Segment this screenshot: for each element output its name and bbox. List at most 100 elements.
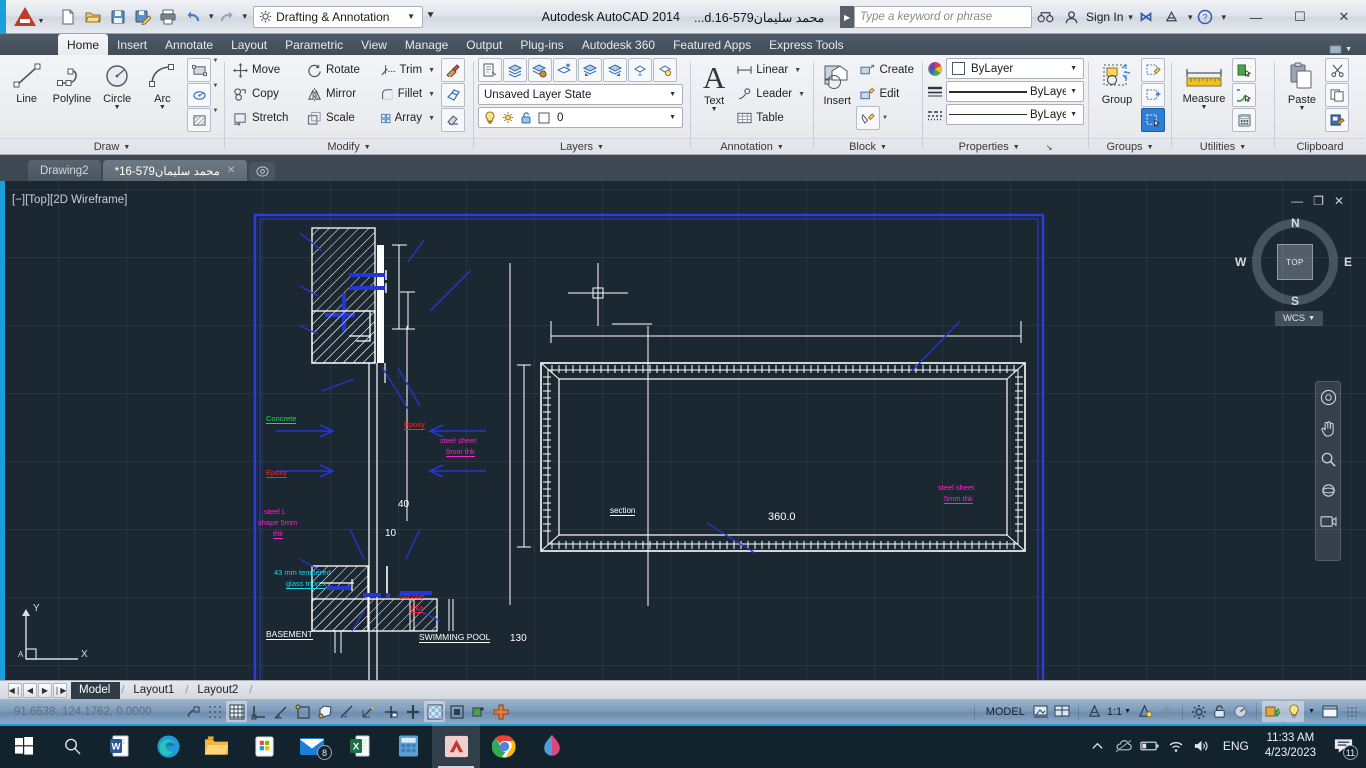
layout-tab-layout1[interactable]: Layout1: [125, 682, 184, 699]
rectangle-dropdown-icon[interactable]: ▼: [211, 58, 220, 82]
pan-icon[interactable]: [1318, 419, 1338, 437]
space-toggle[interactable]: MODEL: [980, 706, 1031, 718]
chevron-down-icon[interactable]: ▼: [1201, 104, 1208, 111]
autocad-app-button[interactable]: [432, 724, 480, 768]
layer-state-button[interactable]: [528, 58, 552, 82]
panel-title-groups[interactable]: Groups ▼: [1089, 138, 1171, 155]
add-status-item-button[interactable]: [490, 701, 511, 722]
chevron-down-icon[interactable]: ▼: [1124, 708, 1131, 715]
tab-featured-apps[interactable]: Featured Apps: [664, 34, 760, 55]
color-wheel-icon[interactable]: [927, 61, 943, 77]
volume-icon[interactable]: [1189, 724, 1215, 768]
word-app-button[interactable]: W: [96, 724, 144, 768]
dynamic-input-toggle[interactable]: [380, 701, 401, 722]
selection-cycling-toggle[interactable]: [446, 701, 467, 722]
sun-icon[interactable]: [502, 111, 514, 124]
close-button[interactable]: ✕: [1322, 2, 1366, 32]
search-button[interactable]: [48, 724, 96, 768]
make-layer-current-button[interactable]: [553, 58, 577, 82]
navcube-west-label[interactable]: W: [1235, 255, 1246, 269]
tab-view[interactable]: View: [352, 34, 396, 55]
current-layer-combo[interactable]: 0 ▼: [478, 107, 683, 128]
isolate-objects-button[interactable]: [1262, 701, 1284, 722]
navcube-north-label[interactable]: N: [1291, 216, 1300, 230]
annotation-visibility-button[interactable]: [1135, 701, 1156, 722]
coordinates-display[interactable]: 91.6538, 124.1762, 0.0000: [0, 706, 182, 718]
stretch-button[interactable]: Stretch: [229, 106, 303, 130]
status-bar-resize-grip[interactable]: [1346, 705, 1358, 718]
layer-properties-button[interactable]: [478, 58, 502, 82]
layer-state-combo[interactable]: Unsaved Layer State ▼: [478, 84, 683, 105]
edge-app-button[interactable]: [144, 724, 192, 768]
tab-layout[interactable]: Layout: [222, 34, 276, 55]
layer-manager-button[interactable]: [503, 58, 527, 82]
linewidth-icon[interactable]: [927, 84, 943, 100]
3d-object-snap-toggle[interactable]: [314, 701, 335, 722]
trim-button[interactable]: Trim ▼: [377, 58, 439, 82]
drawing-canvas[interactable]: [−][Top][2D Wireframe] — ❐ ✕ Concrete Ep…: [0, 181, 1366, 698]
grid-display-toggle[interactable]: [226, 701, 247, 722]
text-button[interactable]: A Text ▼: [695, 58, 733, 113]
group-button[interactable]: Group: [1093, 58, 1141, 106]
tab-express-tools[interactable]: Express Tools: [760, 34, 852, 55]
zoom-icon[interactable]: [1318, 450, 1338, 468]
panel-title-block[interactable]: Block ▼: [814, 138, 922, 155]
object-snap-toggle[interactable]: [292, 701, 313, 722]
next-layout-button[interactable]: ▶: [38, 682, 52, 698]
circle-button[interactable]: Circle ▼: [95, 58, 140, 111]
ortho-mode-toggle[interactable]: [248, 701, 269, 722]
copy-button[interactable]: Copy: [229, 82, 303, 106]
maximize-button[interactable]: ☐: [1278, 2, 1322, 32]
layout-space-button[interactable]: [1052, 701, 1073, 722]
bulb-icon[interactable]: [484, 111, 496, 124]
chevron-down-icon[interactable]: ▼: [428, 91, 435, 98]
paste-special-button[interactable]: [1325, 108, 1349, 132]
chevron-down-icon[interactable]: ▼: [1066, 111, 1081, 118]
clean-screen-button[interactable]: [1319, 701, 1340, 722]
auto-scale-button[interactable]: [1156, 701, 1177, 722]
workspace-switch-button[interactable]: [1188, 701, 1209, 722]
mail-app-button[interactable]: 8: [288, 724, 336, 768]
transparency-toggle[interactable]: [424, 701, 445, 722]
chevron-down-icon[interactable]: ▼: [794, 67, 801, 74]
hatch-button[interactable]: [187, 108, 211, 132]
edit-block-button[interactable]: Edit: [856, 82, 918, 106]
ucs-selector[interactable]: WCS ▼: [1275, 311, 1323, 326]
object-snap-tracking-toggle[interactable]: [336, 701, 357, 722]
tab-annotate[interactable]: Annotate: [156, 34, 222, 55]
annotation-monitor-toggle[interactable]: [468, 701, 489, 722]
color-swatch-icon[interactable]: [538, 112, 550, 124]
show-hidden-icons-chevron[interactable]: [1085, 724, 1111, 768]
navcube-top-face[interactable]: TOP: [1277, 244, 1313, 280]
tab-autodesk-360[interactable]: Autodesk 360: [573, 34, 664, 55]
excel-app-button[interactable]: X: [336, 724, 384, 768]
chevron-down-icon[interactable]: ▼: [402, 12, 420, 21]
array-button[interactable]: Array ▼: [377, 106, 439, 130]
wifi-icon[interactable]: [1163, 724, 1189, 768]
save-as-button[interactable]: [131, 5, 155, 29]
layer-next-button[interactable]: [603, 58, 627, 82]
panel-title-modify[interactable]: Modify ▼: [225, 138, 473, 155]
tab-parametric[interactable]: Parametric: [276, 34, 352, 55]
layer-previous-button[interactable]: [578, 58, 602, 82]
panel-title-properties[interactable]: Properties ▼ ↘: [923, 138, 1088, 155]
user-avatar-icon[interactable]: [1058, 4, 1084, 30]
model-space-button[interactable]: [1031, 701, 1052, 722]
match-properties-button[interactable]: [441, 58, 465, 82]
erase-button[interactable]: [441, 108, 465, 132]
chevron-down-icon[interactable]: ▼: [159, 104, 166, 111]
group-selection-toggle-button[interactable]: [1141, 108, 1165, 132]
calculator-app-button[interactable]: [384, 724, 432, 768]
rectangle-button[interactable]: [187, 58, 211, 82]
chevron-down-icon[interactable]: ▼: [798, 91, 805, 98]
layer-isolate-button[interactable]: [628, 58, 652, 82]
ellipse-dropdown-icon[interactable]: ▼: [211, 83, 220, 107]
navcube-east-label[interactable]: E: [1344, 255, 1352, 269]
tab-home[interactable]: Home: [58, 34, 109, 55]
panel-title-layers[interactable]: Layers ▼: [474, 138, 690, 155]
infocenter-expand-button[interactable]: ▶: [840, 6, 855, 28]
chevron-down-icon[interactable]: ▼: [1308, 708, 1315, 715]
tab-plugins[interactable]: Plug-ins: [511, 34, 572, 55]
scale-button[interactable]: Scale: [303, 106, 377, 130]
new-file-button[interactable]: [56, 5, 80, 29]
